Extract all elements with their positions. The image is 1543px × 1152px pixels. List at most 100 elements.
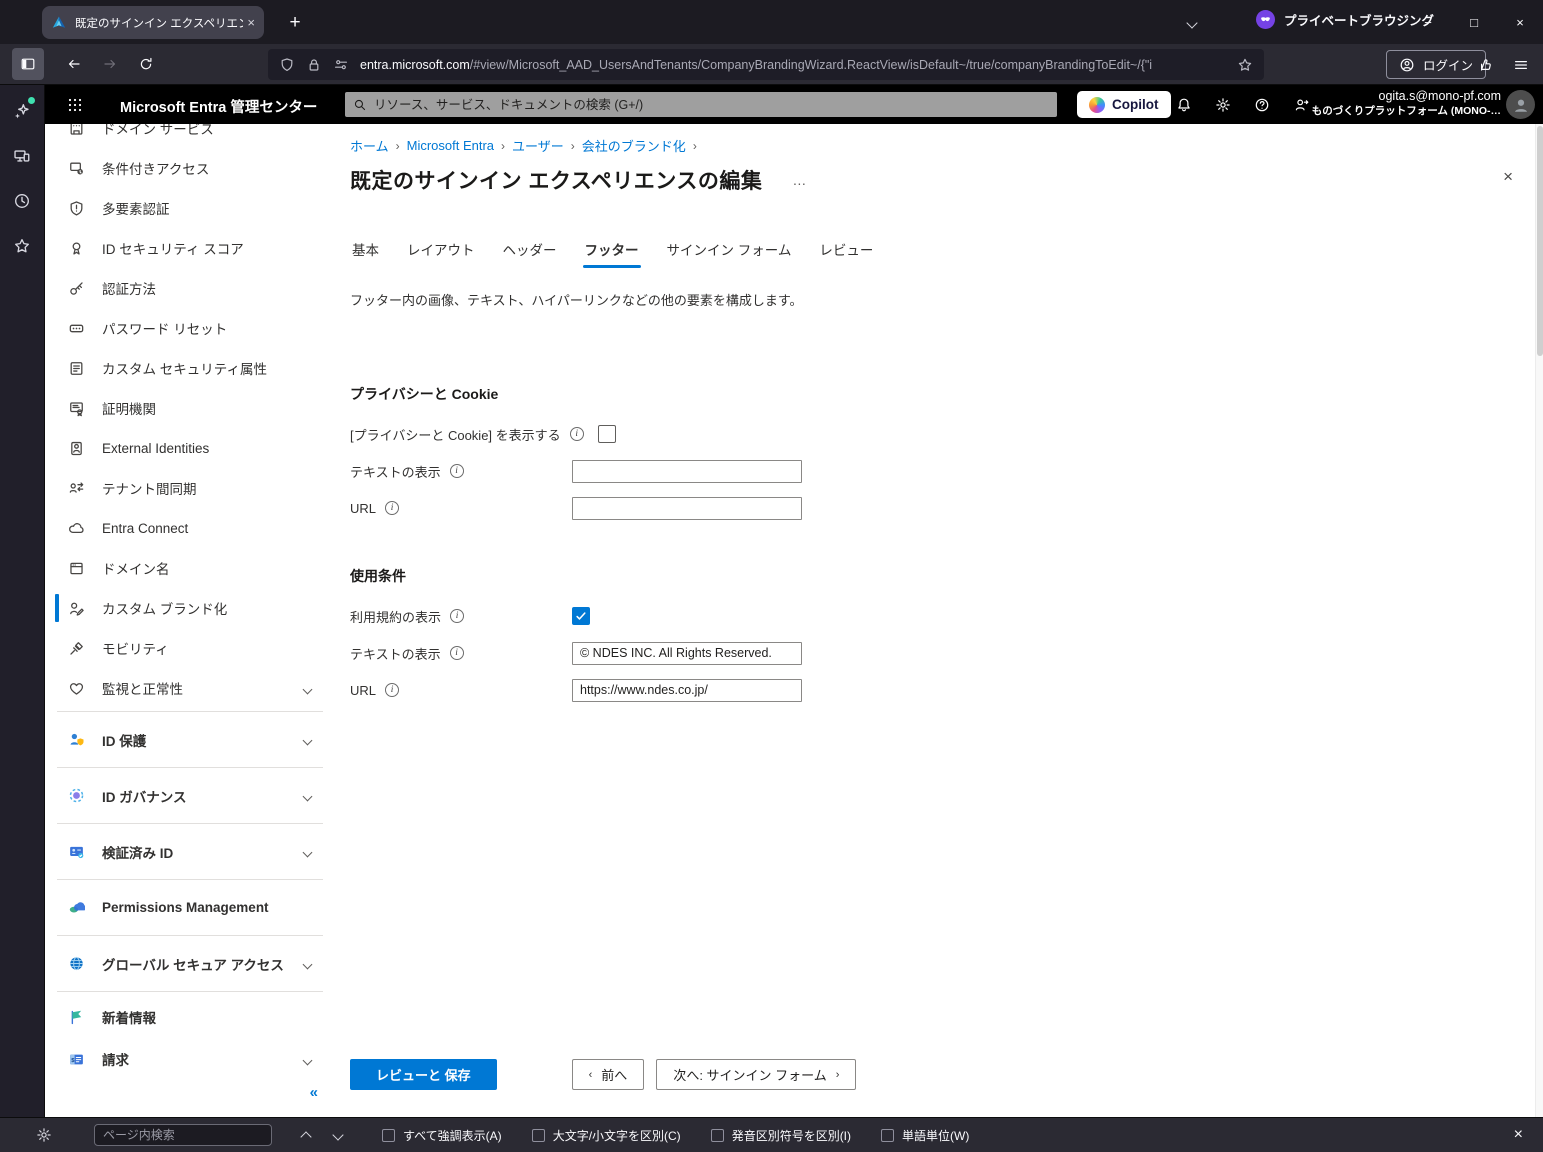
breadcrumb-link[interactable]: Microsoft Entra [407, 138, 494, 153]
minimize-button[interactable]: − [1405, 0, 1451, 44]
extensions-button[interactable] [1470, 50, 1500, 80]
sidebar-item[interactable]: 認証方法 [45, 268, 335, 308]
sidebar-item[interactable]: 検証済み ID [45, 827, 335, 876]
tab-active-item[interactable]: フッター [582, 239, 641, 268]
tab-close-icon[interactable]: × [247, 15, 255, 30]
sidebar-item[interactable]: Entra Connect [45, 508, 335, 548]
ai-chatbot-button[interactable] [8, 97, 36, 125]
sidebar-item[interactable]: External Identities [45, 428, 335, 468]
sidebar-toggle-button[interactable] [12, 48, 44, 80]
field-label: URL [350, 682, 377, 698]
list-all-tabs-button[interactable] [1186, 14, 1198, 32]
breadcrumb-link[interactable]: ユーザー [512, 136, 564, 155]
tab-item[interactable]: レビュー [817, 239, 875, 268]
settings-gear-icon[interactable] [36, 1127, 52, 1143]
previous-button[interactable]: ‹ 前へ [571, 1059, 645, 1090]
sidebar-icon [20, 56, 36, 72]
privacy-display-text-input[interactable] [572, 459, 802, 483]
avatar[interactable] [1506, 90, 1535, 119]
breadcrumb-link[interactable]: 会社のブランド化 [582, 136, 686, 155]
privacy-url-input[interactable] [572, 496, 802, 520]
scrollbar[interactable] [1535, 124, 1543, 1117]
collapse-nav-button[interactable]: « [45, 1079, 335, 1105]
info-icon[interactable]: i [449, 464, 464, 478]
help-button[interactable] [1243, 85, 1281, 124]
sidebar-item[interactable]: モビリティ [45, 628, 335, 668]
maximize-button[interactable]: □ [1451, 0, 1497, 44]
more-actions-button[interactable]: … [792, 172, 808, 188]
find-option[interactable]: 大文字/小文字を区別(C) [531, 1127, 681, 1144]
sidebar-item[interactable]: 多要素認証 [45, 188, 335, 228]
breadcrumb-link[interactable]: ホーム [350, 136, 389, 155]
scrollbar-thumb[interactable] [1537, 126, 1543, 356]
info-icon[interactable]: i [385, 501, 400, 515]
synced-tabs-button[interactable] [8, 142, 36, 170]
forward-button[interactable] [94, 48, 126, 80]
sidebar-item[interactable]: ID ガバナンス [45, 771, 335, 820]
sidebar-item[interactable]: ドメイン サービス [45, 124, 335, 148]
new-tab-button[interactable]: + [280, 8, 310, 38]
find-previous-button[interactable] [296, 1129, 316, 1143]
find-in-page-input[interactable] [94, 1124, 272, 1146]
close-panel-button[interactable]: × [1503, 168, 1513, 185]
review-save-button[interactable]: レビューと 保存 [350, 1059, 497, 1090]
account-info[interactable]: ogita.s@mono-pf.com ものづくりプラットフォーム (MONO-… [1312, 89, 1501, 118]
tab-item[interactable]: ヘッダー [501, 239, 559, 268]
lock-icon[interactable] [306, 57, 322, 73]
find-option-checkbox[interactable] [881, 1128, 895, 1142]
section-heading: プライバシーと Cookie [350, 386, 499, 402]
reload-button[interactable] [130, 48, 162, 80]
back-button[interactable] [58, 48, 90, 80]
info-icon[interactable]: i [450, 609, 465, 623]
privacy-show-checkbox[interactable] [597, 425, 616, 443]
sidebar-item[interactable]: Permissions Management [45, 883, 335, 932]
next-signin-form-button[interactable]: 次へ: サインイン フォーム › [656, 1059, 857, 1090]
bookmarks-button[interactable] [8, 232, 36, 260]
notifications-button[interactable] [1165, 85, 1203, 124]
sidebar-item[interactable]: 証明機関 [45, 388, 335, 428]
sidebar-item[interactable]: ID セキュリティ スコア [45, 228, 335, 268]
sidebar-item[interactable]: グローバル セキュア アクセス [45, 939, 335, 988]
sidebar-item[interactable]: ドメイン名 [45, 548, 335, 588]
history-button[interactable] [8, 187, 36, 215]
find-option-checkbox[interactable] [710, 1128, 724, 1142]
app-launcher-button[interactable] [62, 92, 88, 118]
sidebar-item[interactable]: ID 保護 [45, 715, 335, 764]
browser-tab[interactable]: 既定のサインイン エクスペリエンスの編 × [42, 6, 264, 39]
terms-display-text-input[interactable] [572, 641, 802, 665]
tab-item[interactable]: サインイン フォーム [665, 239, 794, 268]
info-icon[interactable]: i [385, 683, 400, 697]
shield-icon[interactable] [279, 57, 295, 73]
sidebar-item[interactable]: $ 請求 [45, 1039, 335, 1079]
info-icon[interactable]: i [449, 646, 464, 660]
bookmark-star-icon[interactable] [1237, 57, 1253, 73]
url-bar[interactable]: entra.microsoft.com/#view/Microsoft_AAD_… [268, 49, 1264, 80]
find-option[interactable]: 発音区別符号を区別(I) [710, 1127, 851, 1144]
info-icon[interactable]: i [569, 427, 584, 441]
tab-item[interactable]: 基本 [350, 239, 381, 268]
find-option-checkbox[interactable] [382, 1128, 395, 1142]
app-menu-button[interactable] [1506, 50, 1536, 80]
sidebar-item[interactable]: 新着情報 [45, 995, 335, 1039]
portal-search[interactable] [345, 92, 1057, 117]
find-option[interactable]: すべて強調表示(A) [382, 1127, 502, 1144]
find-next-button[interactable] [328, 1129, 348, 1141]
find-option-checkbox[interactable] [531, 1128, 545, 1142]
sidebar-item[interactable]: 監視と正常性 [45, 668, 335, 708]
breadcrumb-separator: › [570, 138, 575, 153]
sidebar-item[interactable]: テナント間同期 [45, 468, 335, 508]
sidebar-item[interactable]: パスワード リセット [45, 308, 335, 348]
permissions-icon[interactable] [333, 57, 349, 73]
terms-show-checkbox[interactable] [572, 607, 590, 625]
tab-item[interactable]: レイアウト [405, 239, 477, 268]
settings-button[interactable] [1204, 85, 1242, 124]
find-close-button[interactable]: × [1514, 1126, 1523, 1144]
copilot-button[interactable]: Copilot [1077, 91, 1171, 118]
sidebar-item[interactable]: 条件付きアクセス [45, 148, 335, 188]
close-window-button[interactable]: × [1497, 0, 1543, 44]
terms-url-input[interactable] [572, 678, 802, 702]
sidebar-item[interactable]: カスタム ブランド化 [45, 588, 335, 628]
sidebar-item[interactable]: カスタム セキュリティ属性 [45, 348, 335, 388]
portal-search-input[interactable] [374, 97, 1049, 112]
find-option[interactable]: 単語単位(W) [881, 1127, 969, 1144]
